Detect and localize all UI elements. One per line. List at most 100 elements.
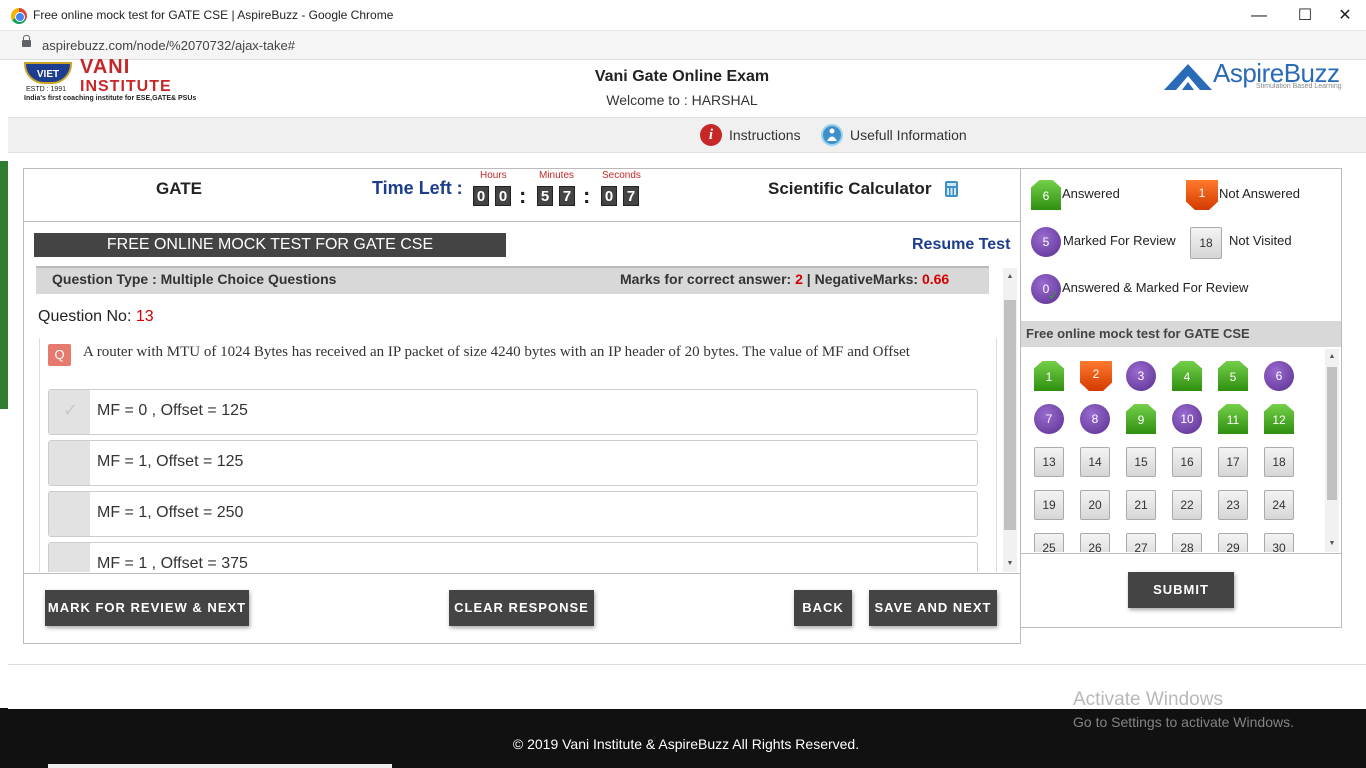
window-title: Free online mock test for GATE CSE | Asp… [33,8,394,22]
marked-legend-label: Marked For Review [1063,233,1176,248]
time-left-label: Time Left : [372,178,463,198]
palette-question-25[interactable]: 25 [1034,533,1064,552]
palette-question-27[interactable]: 27 [1126,533,1156,552]
option-4[interactable]: MF = 1 , Offset = 375 [48,542,978,572]
palette-question-12[interactable]: 12 [1264,404,1294,434]
scientific-calculator-link[interactable]: Scientific Calculator [768,179,931,199]
check-icon: ✓ [1048,288,1059,303]
option-3[interactable]: MF = 1, Offset = 250 [48,491,978,537]
footer-strip [48,764,392,768]
useful-info-icon[interactable] [821,124,843,146]
url-text[interactable]: aspirebuzz.com/node/%2070732/ajax-take# [42,38,295,53]
palette-question-9[interactable]: 9 [1126,404,1156,434]
close-window-button[interactable]: ✕ [1322,0,1366,31]
palette-scroll-down-icon[interactable]: ▼ [1327,540,1337,547]
palette-question-13[interactable]: 13 [1034,447,1064,477]
question-number-value: 13 [135,308,154,325]
chrome-icon [11,8,27,24]
not-answered-legend-label: Not Answered [1219,186,1300,201]
palette-question-2[interactable]: 2 [1080,361,1112,391]
option-1[interactable]: ✓ MF = 0 , Offset = 125 [48,389,978,435]
palette-question-19[interactable]: 19 [1034,490,1064,520]
palette-question-17[interactable]: 17 [1218,447,1248,477]
timer-hours-ones: 0 [495,186,511,206]
browser-titlebar: Free online mock test for GATE CSE | Asp… [0,0,1366,31]
activate-windows-subtitle: Go to Settings to activate Windows. [1073,714,1294,730]
option-text[interactable]: MF = 1, Offset = 250 [97,504,243,522]
minimize-button[interactable]: — [1236,0,1282,31]
palette-question-11[interactable]: 11 [1218,404,1248,434]
palette-question-26[interactable]: 26 [1080,533,1110,552]
info-bar [8,117,1366,153]
palette-question-18[interactable]: 18 [1264,447,1294,477]
question-scrollbar-thumb[interactable] [1004,300,1016,530]
palette-question-3[interactable]: 3 [1126,361,1156,391]
option-radio[interactable] [49,441,90,485]
palette-question-10[interactable]: 10 [1172,404,1202,434]
estd-label: ESTD : 1991 [26,86,67,93]
save-and-next-button[interactable]: SAVE AND NEXT [869,590,997,626]
submit-button[interactable]: SUBMIT [1128,572,1234,608]
palette-question-22[interactable]: 22 [1172,490,1202,520]
palette-question-24[interactable]: 24 [1264,490,1294,520]
question-type-label: Question Type : Multiple Choice Question… [52,271,337,287]
palette-question-20[interactable]: 20 [1080,490,1110,520]
scroll-up-icon[interactable]: ▲ [1005,273,1015,280]
divider [1021,553,1341,554]
aspirebuzz-logo-icon [1164,64,1212,90]
address-bar[interactable]: aspirebuzz.com/node/%2070732/ajax-take# [0,31,1366,60]
clear-response-button[interactable]: CLEAR RESPONSE [449,590,594,626]
palette-question-1[interactable]: 1 [1034,361,1064,391]
question-badge: Q [48,344,71,366]
divider [24,221,1020,222]
question-number-label: Question No: [38,308,136,325]
palette-question-23[interactable]: 23 [1218,490,1248,520]
left-edge-strip [0,161,8,409]
timer-minutes-ones: 7 [559,186,575,206]
timer-minutes-tens: 5 [537,186,553,206]
option-text[interactable]: MF = 0 , Offset = 125 [97,402,248,420]
test-title: FREE ONLINE MOCK TEST FOR GATE CSE [34,233,506,257]
option-2[interactable]: MF = 1, Offset = 125 [48,440,978,486]
scroll-down-icon[interactable]: ▼ [1005,560,1015,567]
palette-question-28[interactable]: 28 [1172,533,1202,552]
option-radio[interactable]: ✓ [49,390,90,434]
resume-test-link[interactable]: Resume Test [912,236,1010,254]
marks-separator: | [802,271,815,287]
option-4-clip: MF = 1 , Offset = 375 [48,542,978,572]
seconds-label: Seconds [602,170,641,181]
option-text[interactable]: MF = 1 , Offset = 375 [97,555,248,572]
back-button[interactable]: BACK [794,590,852,626]
mark-for-review-next-button[interactable]: MARK FOR REVIEW & NEXT [45,590,249,626]
option-radio[interactable] [49,492,90,536]
activate-windows-title: Activate Windows [1073,689,1223,710]
palette-question-29[interactable]: 29 [1218,533,1248,552]
option-text[interactable]: MF = 1, Offset = 125 [97,453,243,471]
palette-question-30[interactable]: 30 [1264,533,1294,552]
timer-seconds-ones: 7 [623,186,639,206]
timer-hours-tens: 0 [473,186,489,206]
vani-logo-text: VANI [80,56,131,78]
useful-info-link[interactable]: Usefull Information [850,127,967,143]
section-title: Free online mock test for GATE CSE [1021,321,1341,347]
instructions-link[interactable]: Instructions [729,127,801,143]
palette-question-8[interactable]: 8 [1080,404,1110,434]
palette-question-16[interactable]: 16 [1172,447,1202,477]
institute-tagline: India's first coaching institute for ESE… [24,95,197,102]
palette-scroll-up-icon[interactable]: ▲ [1327,353,1337,360]
palette-scrollbar-thumb[interactable] [1327,367,1337,500]
aspirebuzz-tagline: Stimulation Based Learning [1256,83,1342,90]
palette-question-6[interactable]: 6 [1264,361,1294,391]
info-icon[interactable]: i [700,124,722,146]
palette-question-7[interactable]: 7 [1034,404,1064,434]
not-answered-legend-icon: 1 [1186,180,1218,210]
calculator-icon[interactable] [945,181,958,197]
palette-question-15[interactable]: 15 [1126,447,1156,477]
option-radio[interactable] [49,543,90,572]
divider [8,664,1366,665]
timer-colon: : [519,183,527,208]
palette-question-4[interactable]: 4 [1172,361,1202,391]
palette-question-5[interactable]: 5 [1218,361,1248,391]
palette-question-21[interactable]: 21 [1126,490,1156,520]
palette-question-14[interactable]: 14 [1080,447,1110,477]
